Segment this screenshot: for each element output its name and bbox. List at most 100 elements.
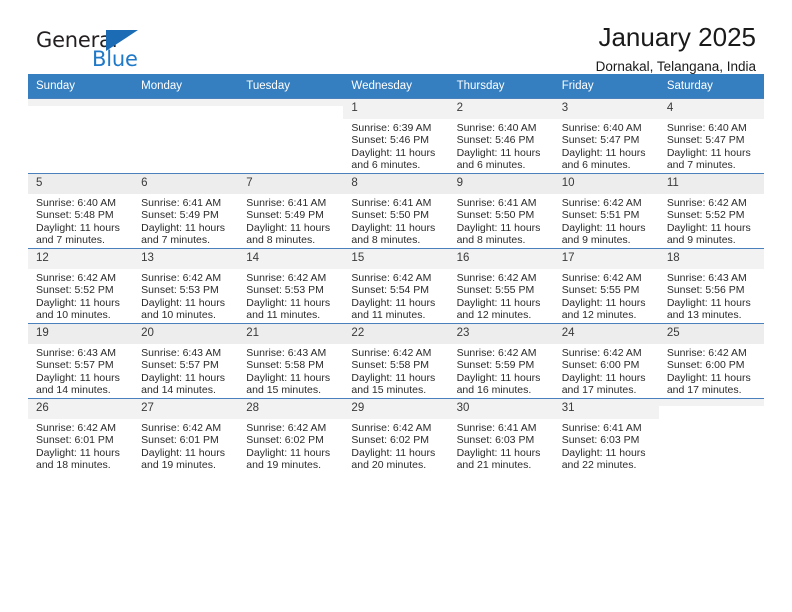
calendar-day-cell[interactable]: 21 Sunrise: 6:43 AM Sunset: 5:58 PM Dayligh… bbox=[238, 323, 344, 399]
calendar-day-cell[interactable]: 23 Sunrise: 6:42 AM Sunset: 5:59 PM Dayligh… bbox=[448, 323, 554, 399]
calendar-cell-inner: 26 Sunrise: 6:42 AM Sunset: 6:01 PM Dayligh… bbox=[28, 399, 134, 473]
calendar-cell-empty bbox=[658, 398, 764, 473]
sunrise-time: Sunrise: 6:42 AM bbox=[666, 197, 747, 209]
daylight-duration-line2: and 11 minutes. bbox=[351, 309, 426, 322]
calendar-day-cell[interactable]: 8 Sunrise: 6:41 AM Sunset: 5:50 PM Daylight… bbox=[343, 173, 449, 249]
calendar-cell-inner: 5 Sunrise: 6:40 AM Sunset: 5:48 PM Daylight… bbox=[28, 174, 134, 248]
calendar-day-cell[interactable]: 5 Sunrise: 6:40 AM Sunset: 5:48 PM Daylight… bbox=[28, 173, 134, 249]
calendar-day-cell[interactable]: 31 Sunrise: 6:41 AM Sunset: 6:03 PM Dayligh… bbox=[553, 398, 659, 473]
calendar-day-cell[interactable]: 20 Sunrise: 6:43 AM Sunset: 5:57 PM Dayligh… bbox=[133, 323, 239, 399]
calendar-day-cell[interactable]: 14 Sunrise: 6:42 AM Sunset: 5:53 PM Dayligh… bbox=[238, 248, 344, 324]
day-details: Sunrise: 6:40 AM Sunset: 5:47 PM Daylight:… bbox=[554, 119, 659, 172]
calendar-day-cell[interactable]: 30 Sunrise: 6:41 AM Sunset: 6:03 PM Dayligh… bbox=[448, 398, 554, 473]
weekday-header-monday: Monday bbox=[133, 74, 239, 99]
day-number: 14 bbox=[238, 249, 344, 269]
calendar-day-cell[interactable]: 13 Sunrise: 6:42 AM Sunset: 5:53 PM Dayligh… bbox=[133, 248, 239, 324]
daylight-duration-line1: Daylight: 11 hours bbox=[351, 221, 436, 234]
sunrise-time: Sunrise: 6:43 AM bbox=[246, 347, 327, 359]
calendar-day-cell[interactable]: 25 Sunrise: 6:42 AM Sunset: 6:00 PM Dayligh… bbox=[658, 323, 764, 399]
sunset-time: Sunset: 5:52 PM bbox=[666, 209, 745, 222]
calendar-cell-inner: 21 Sunrise: 6:43 AM Sunset: 5:58 PM Dayligh… bbox=[238, 324, 344, 398]
day-number bbox=[658, 399, 764, 406]
daylight-duration-line1: Daylight: 11 hours bbox=[351, 371, 436, 384]
calendar-cell-inner: 30 Sunrise: 6:41 AM Sunset: 6:03 PM Dayligh… bbox=[448, 399, 554, 473]
calendar-cell-inner: 13 Sunrise: 6:42 AM Sunset: 5:53 PM Dayligh… bbox=[133, 249, 239, 323]
calendar-day-cell[interactable]: 28 Sunrise: 6:42 AM Sunset: 6:02 PM Dayligh… bbox=[238, 398, 344, 473]
calendar-cell-inner: 3 Sunrise: 6:40 AM Sunset: 5:47 PM Daylight… bbox=[553, 99, 659, 173]
calendar-day-cell[interactable]: 10 Sunrise: 6:42 AM Sunset: 5:51 PM Dayligh… bbox=[553, 173, 659, 249]
day-number: 18 bbox=[658, 249, 764, 269]
calendar-day-cell[interactable]: 6 Sunrise: 6:41 AM Sunset: 5:49 PM Daylight… bbox=[133, 173, 239, 249]
calendar-day-cell[interactable]: 9 Sunrise: 6:41 AM Sunset: 5:50 PM Daylight… bbox=[448, 173, 554, 249]
calendar-day-cell[interactable]: 2 Sunrise: 6:40 AM Sunset: 5:46 PM Daylight… bbox=[448, 98, 554, 174]
day-details: Sunrise: 6:42 AM Sunset: 5:53 PM Daylight:… bbox=[133, 269, 238, 322]
day-details: Sunrise: 6:41 AM Sunset: 6:03 PM Daylight:… bbox=[554, 419, 659, 472]
calendar-day-cell[interactable]: 11 Sunrise: 6:42 AM Sunset: 5:52 PM Dayligh… bbox=[658, 173, 764, 249]
day-number: 30 bbox=[448, 399, 554, 419]
calendar-day-cell[interactable]: 22 Sunrise: 6:42 AM Sunset: 5:58 PM Dayligh… bbox=[343, 323, 449, 399]
calendar-day-cell[interactable]: 26 Sunrise: 6:42 AM Sunset: 6:01 PM Dayligh… bbox=[28, 398, 134, 473]
calendar-day-cell[interactable]: 7 Sunrise: 6:41 AM Sunset: 5:49 PM Daylight… bbox=[238, 173, 344, 249]
sunrise-time: Sunrise: 6:41 AM bbox=[456, 422, 537, 434]
daylight-duration-line1: Daylight: 11 hours bbox=[141, 446, 225, 459]
daylight-duration-line2: and 12 minutes. bbox=[456, 309, 532, 322]
day-details: Sunrise: 6:42 AM Sunset: 5:59 PM Daylight:… bbox=[449, 344, 554, 397]
general-blue-logo[interactable]: General Blue bbox=[36, 28, 166, 74]
daylight-duration-line2: and 17 minutes. bbox=[561, 384, 637, 397]
calendar-cell-inner: 28 Sunrise: 6:42 AM Sunset: 6:02 PM Dayligh… bbox=[238, 399, 344, 473]
day-details: Sunrise: 6:40 AM Sunset: 5:48 PM Daylight:… bbox=[28, 194, 133, 247]
weekday-header-friday: Friday bbox=[553, 74, 659, 99]
daylight-duration-line2: and 8 minutes. bbox=[351, 234, 421, 247]
calendar-day-cell[interactable]: 18 Sunrise: 6:43 AM Sunset: 5:56 PM Dayligh… bbox=[658, 248, 764, 324]
daylight-duration-line1: Daylight: 11 hours bbox=[561, 146, 646, 159]
sunset-time: Sunset: 5:58 PM bbox=[351, 359, 430, 372]
calendar-day-cell[interactable]: 3 Sunrise: 6:40 AM Sunset: 5:47 PM Daylight… bbox=[553, 98, 659, 174]
calendar-cell-inner: 27 Sunrise: 6:42 AM Sunset: 6:01 PM Dayligh… bbox=[133, 399, 239, 473]
calendar-day-cell[interactable]: 27 Sunrise: 6:42 AM Sunset: 6:01 PM Dayligh… bbox=[133, 398, 239, 473]
day-details: Sunrise: 6:40 AM Sunset: 5:47 PM Daylight:… bbox=[659, 119, 764, 172]
day-number: 17 bbox=[553, 249, 659, 269]
calendar-cell-inner: 9 Sunrise: 6:41 AM Sunset: 5:50 PM Daylight… bbox=[448, 174, 554, 248]
calendar-day-cell[interactable]: 16 Sunrise: 6:42 AM Sunset: 5:55 PM Dayligh… bbox=[448, 248, 554, 324]
day-number: 6 bbox=[133, 174, 239, 194]
daylight-duration-line1: Daylight: 11 hours bbox=[456, 446, 541, 459]
calendar-day-cell[interactable]: 29 Sunrise: 6:42 AM Sunset: 6:02 PM Dayligh… bbox=[343, 398, 449, 473]
daylight-duration-line1: Daylight: 11 hours bbox=[36, 221, 120, 234]
sunrise-time: Sunrise: 6:42 AM bbox=[246, 422, 327, 434]
sunset-time: Sunset: 5:50 PM bbox=[456, 209, 535, 222]
calendar-day-cell[interactable]: 24 Sunrise: 6:42 AM Sunset: 6:00 PM Dayligh… bbox=[553, 323, 659, 399]
day-number: 26 bbox=[28, 399, 134, 419]
daylight-duration-line1: Daylight: 11 hours bbox=[561, 371, 646, 384]
calendar-day-cell[interactable]: 15 Sunrise: 6:42 AM Sunset: 5:54 PM Dayligh… bbox=[343, 248, 449, 324]
sunrise-time: Sunrise: 6:39 AM bbox=[351, 122, 432, 134]
daylight-duration-line1: Daylight: 11 hours bbox=[36, 446, 120, 459]
calendar-day-cell[interactable]: 12 Sunrise: 6:42 AM Sunset: 5:52 PM Dayligh… bbox=[28, 248, 134, 324]
calendar-day-cell[interactable]: 19 Sunrise: 6:43 AM Sunset: 5:57 PM Dayligh… bbox=[28, 323, 134, 399]
sunrise-time: Sunrise: 6:41 AM bbox=[561, 422, 642, 434]
calendar-day-cell[interactable]: 1 Sunrise: 6:39 AM Sunset: 5:46 PM Daylight… bbox=[343, 98, 449, 174]
sunset-time: Sunset: 5:52 PM bbox=[36, 284, 114, 297]
daylight-duration-line2: and 20 minutes. bbox=[351, 459, 427, 472]
sunset-time: Sunset: 6:03 PM bbox=[561, 434, 640, 447]
sunset-time: Sunset: 5:53 PM bbox=[246, 284, 324, 297]
sunset-time: Sunset: 6:01 PM bbox=[141, 434, 219, 447]
sunrise-time: Sunrise: 6:42 AM bbox=[666, 347, 747, 359]
day-details: Sunrise: 6:43 AM Sunset: 5:57 PM Daylight:… bbox=[133, 344, 238, 397]
calendar-page: General Blue January 2025 Dornakal, Tela… bbox=[0, 0, 792, 612]
title-block: January 2025 Dornakal, Telangana, India bbox=[596, 22, 756, 76]
day-number: 3 bbox=[553, 99, 659, 119]
daylight-duration-line2: and 14 minutes. bbox=[36, 384, 111, 397]
day-number bbox=[133, 99, 239, 106]
sunset-time: Sunset: 5:59 PM bbox=[456, 359, 535, 372]
calendar-day-cell[interactable]: 17 Sunrise: 6:42 AM Sunset: 5:55 PM Dayligh… bbox=[553, 248, 659, 324]
calendar-week-row: 26 Sunrise: 6:42 AM Sunset: 6:01 PM Dayligh… bbox=[28, 398, 764, 473]
daylight-duration-line2: and 21 minutes. bbox=[456, 459, 532, 472]
calendar-day-cell[interactable]: 4 Sunrise: 6:40 AM Sunset: 5:47 PM Daylight… bbox=[658, 98, 764, 174]
weekday-header-tuesday: Tuesday bbox=[238, 74, 344, 99]
day-number: 4 bbox=[658, 99, 764, 119]
day-number: 2 bbox=[448, 99, 554, 119]
calendar-cell-inner: 20 Sunrise: 6:43 AM Sunset: 5:57 PM Dayligh… bbox=[133, 324, 239, 398]
calendar-cell-inner: 7 Sunrise: 6:41 AM Sunset: 5:49 PM Daylight… bbox=[238, 174, 344, 248]
calendar-cell-inner: 1 Sunrise: 6:39 AM Sunset: 5:46 PM Daylight… bbox=[343, 99, 449, 173]
daylight-duration-line1: Daylight: 11 hours bbox=[36, 296, 120, 309]
